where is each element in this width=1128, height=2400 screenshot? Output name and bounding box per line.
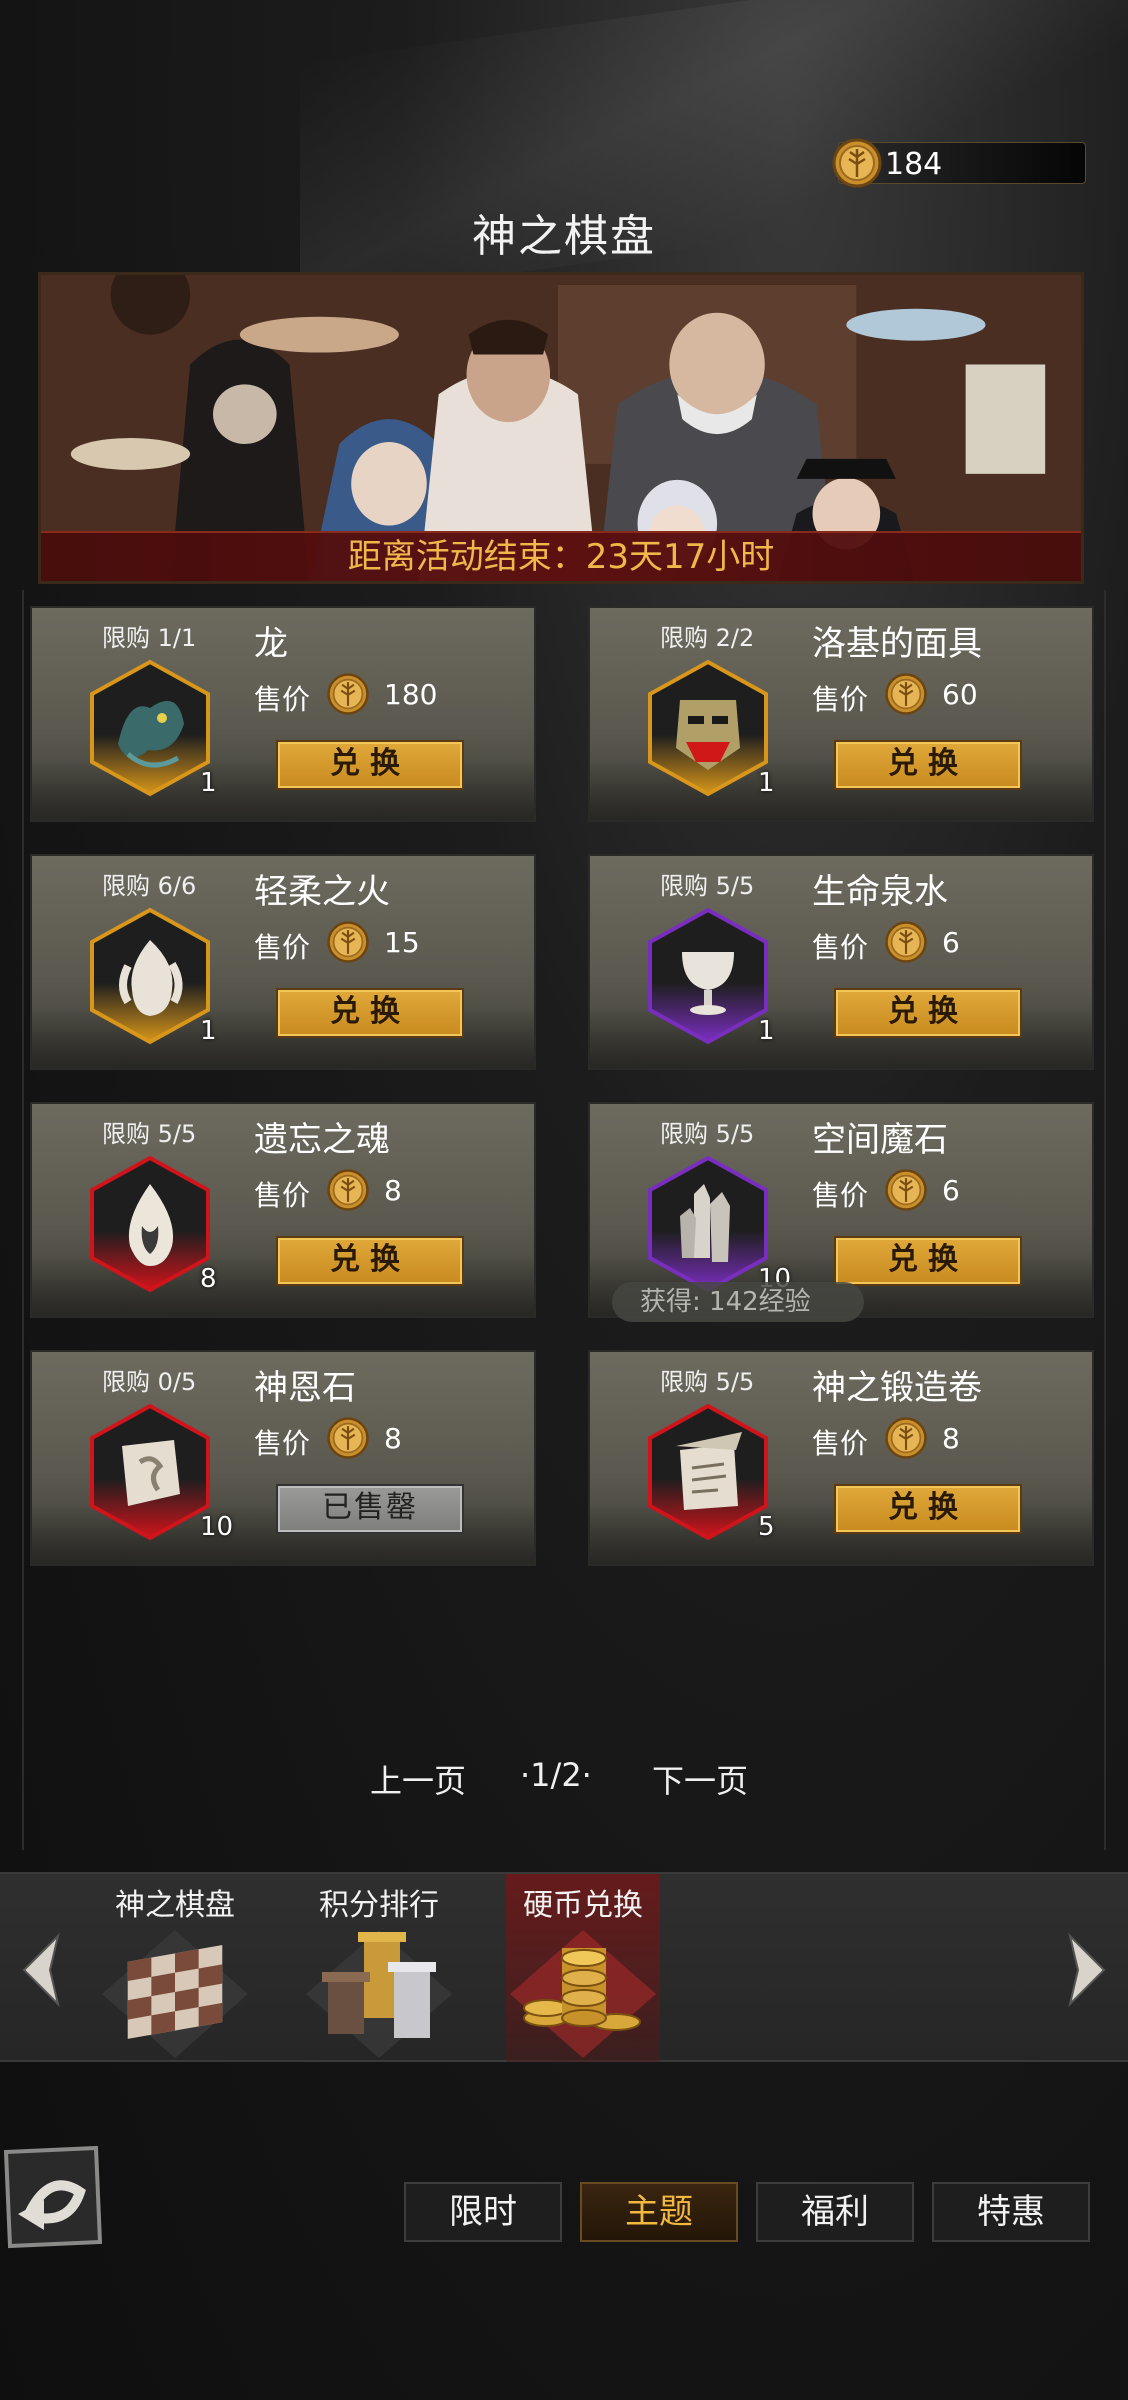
white-flame-icon bbox=[90, 907, 210, 1045]
nav-theme[interactable]: 主题 bbox=[580, 2182, 738, 2242]
prev-page-button[interactable]: 上一页 bbox=[370, 1756, 466, 1802]
item-quantity: 1 bbox=[758, 768, 775, 798]
tab-coin-exchange[interactable]: 硬币兑换 bbox=[506, 1874, 660, 2062]
pillars-icon bbox=[306, 1930, 452, 2058]
item-quantity: 1 bbox=[200, 768, 217, 798]
item-name: 洛基的面具 bbox=[812, 624, 982, 664]
shop-item-card: 限购 6/6 1 轻柔之火售价 15 兑换 bbox=[30, 854, 536, 1070]
price-label: 售价 bbox=[254, 683, 311, 716]
page-title: 神之棋盘 bbox=[472, 211, 656, 262]
item-price: 6 bbox=[942, 1174, 960, 1207]
shop-item-card: 限购 5/5 5 神之锻造卷售价 8 兑换 bbox=[588, 1350, 1094, 1566]
tab-points-ranking[interactable]: 积分排行 bbox=[302, 1874, 456, 2062]
event-tab-strip: 神之棋盘 积分排行 硬币兑换 bbox=[0, 1872, 1128, 2062]
exchange-button[interactable]: 兑换 bbox=[834, 1484, 1022, 1534]
item-name: 遗忘之魂 bbox=[254, 1120, 390, 1160]
event-banner: 距离活动结束：23天17小时 bbox=[38, 272, 1084, 584]
price-label: 售价 bbox=[812, 683, 869, 716]
item-quantity: 10 bbox=[200, 1512, 234, 1542]
item-price: 6 bbox=[942, 926, 960, 959]
nav-welfare[interactable]: 福利 bbox=[756, 2182, 914, 2242]
soul-flame-icon bbox=[90, 1155, 210, 1293]
shop-item-card: 限购 5/5 8 遗忘之魂售价 8 兑换 bbox=[30, 1102, 536, 1318]
shop-item-card: 限购 5/5 1 生命泉水售价 6 兑换 bbox=[588, 854, 1094, 1070]
purchase-limit: 限购 5/5 bbox=[660, 1120, 755, 1148]
sold-out-button: 已售罄 bbox=[276, 1484, 464, 1534]
nav-limited-time[interactable]: 限时 bbox=[404, 2182, 562, 2242]
price-label: 售价 bbox=[812, 931, 869, 964]
shop-item-card: 限购 1/1 1 龙售价 180 兑换 bbox=[30, 606, 536, 822]
shop-item-card: 限购 2/2 1 洛基的面具售价 60 兑换 bbox=[588, 606, 1094, 822]
item-name: 空间魔石 bbox=[812, 1120, 948, 1160]
item-quantity: 8 bbox=[200, 1264, 217, 1294]
gold-coin-icon bbox=[885, 673, 927, 715]
item-price: 15 bbox=[384, 926, 420, 959]
back-arrow-icon[interactable] bbox=[0, 2142, 108, 2252]
tab-chessboard[interactable]: 神之棋盘 bbox=[98, 1874, 252, 2062]
crystal-icon bbox=[648, 1155, 768, 1293]
exp-tooltip: 获得: 142经验 bbox=[612, 1282, 864, 1322]
mask-icon bbox=[648, 659, 768, 797]
price-label: 售价 bbox=[254, 931, 311, 964]
rune-stone-icon bbox=[90, 1403, 210, 1541]
gold-coin-icon bbox=[885, 1169, 927, 1211]
coin-pile-icon bbox=[510, 1930, 656, 2058]
purchase-limit: 限购 5/5 bbox=[660, 1368, 755, 1396]
page-indicator: ·1/2· bbox=[520, 1756, 592, 1794]
next-page-button[interactable]: 下一页 bbox=[652, 1756, 748, 1802]
item-name: 神恩石 bbox=[254, 1368, 356, 1408]
purchase-limit: 限购 6/6 bbox=[102, 872, 197, 900]
purchase-limit: 限购 0/5 bbox=[102, 1368, 197, 1396]
item-quantity: 1 bbox=[758, 1016, 775, 1046]
gold-coin-icon bbox=[885, 1417, 927, 1459]
item-price: 180 bbox=[384, 678, 438, 711]
shop-item-card: 限购 0/5 10 神恩石售价 8 已售罄 bbox=[30, 1350, 536, 1566]
item-name: 轻柔之火 bbox=[254, 872, 390, 912]
item-price: 8 bbox=[942, 1422, 960, 1455]
exchange-button[interactable]: 兑换 bbox=[834, 988, 1022, 1038]
currency-display: 184 bbox=[832, 138, 1086, 188]
purchase-limit: 限购 1/1 bbox=[102, 624, 197, 652]
chevron-left-icon[interactable] bbox=[10, 1930, 70, 2010]
item-price: 8 bbox=[384, 1422, 402, 1455]
scroll-icon bbox=[648, 1403, 768, 1541]
dragon-icon bbox=[90, 659, 210, 797]
price-label: 售价 bbox=[812, 1179, 869, 1212]
price-label: 售价 bbox=[254, 1179, 311, 1212]
gold-coin-icon bbox=[327, 673, 369, 715]
gold-coin-icon bbox=[327, 1169, 369, 1211]
chevron-right-icon[interactable] bbox=[1058, 1930, 1118, 2010]
gold-coin-icon bbox=[885, 921, 927, 963]
item-quantity: 5 bbox=[758, 1512, 775, 1542]
item-name: 龙 bbox=[254, 624, 288, 664]
chalice-icon bbox=[648, 907, 768, 1045]
item-price: 8 bbox=[384, 1174, 402, 1207]
item-quantity: 1 bbox=[200, 1016, 217, 1046]
currency-amount: 184 bbox=[885, 147, 943, 182]
price-label: 售价 bbox=[254, 1427, 311, 1460]
purchase-limit: 限购 5/5 bbox=[102, 1120, 197, 1148]
gold-coin-icon bbox=[832, 138, 882, 188]
event-countdown: 距离活动结束：23天17小时 bbox=[41, 531, 1081, 581]
exchange-button[interactable]: 兑换 bbox=[276, 988, 464, 1038]
purchase-limit: 限购 2/2 bbox=[660, 624, 755, 652]
chessboard-icon bbox=[102, 1930, 248, 2058]
gold-coin-icon bbox=[327, 1417, 369, 1459]
exchange-button[interactable]: 兑换 bbox=[276, 740, 464, 790]
nav-special-offer[interactable]: 特惠 bbox=[932, 2182, 1090, 2242]
gold-coin-icon bbox=[327, 921, 369, 963]
item-price: 60 bbox=[942, 678, 978, 711]
exchange-button[interactable]: 兑换 bbox=[276, 1236, 464, 1286]
item-name: 生命泉水 bbox=[812, 872, 948, 912]
exchange-button[interactable]: 兑换 bbox=[834, 740, 1022, 790]
price-label: 售价 bbox=[812, 1427, 869, 1460]
exchange-button[interactable]: 兑换 bbox=[834, 1236, 1022, 1286]
purchase-limit: 限购 5/5 bbox=[660, 872, 755, 900]
item-name: 神之锻造卷 bbox=[812, 1368, 982, 1408]
